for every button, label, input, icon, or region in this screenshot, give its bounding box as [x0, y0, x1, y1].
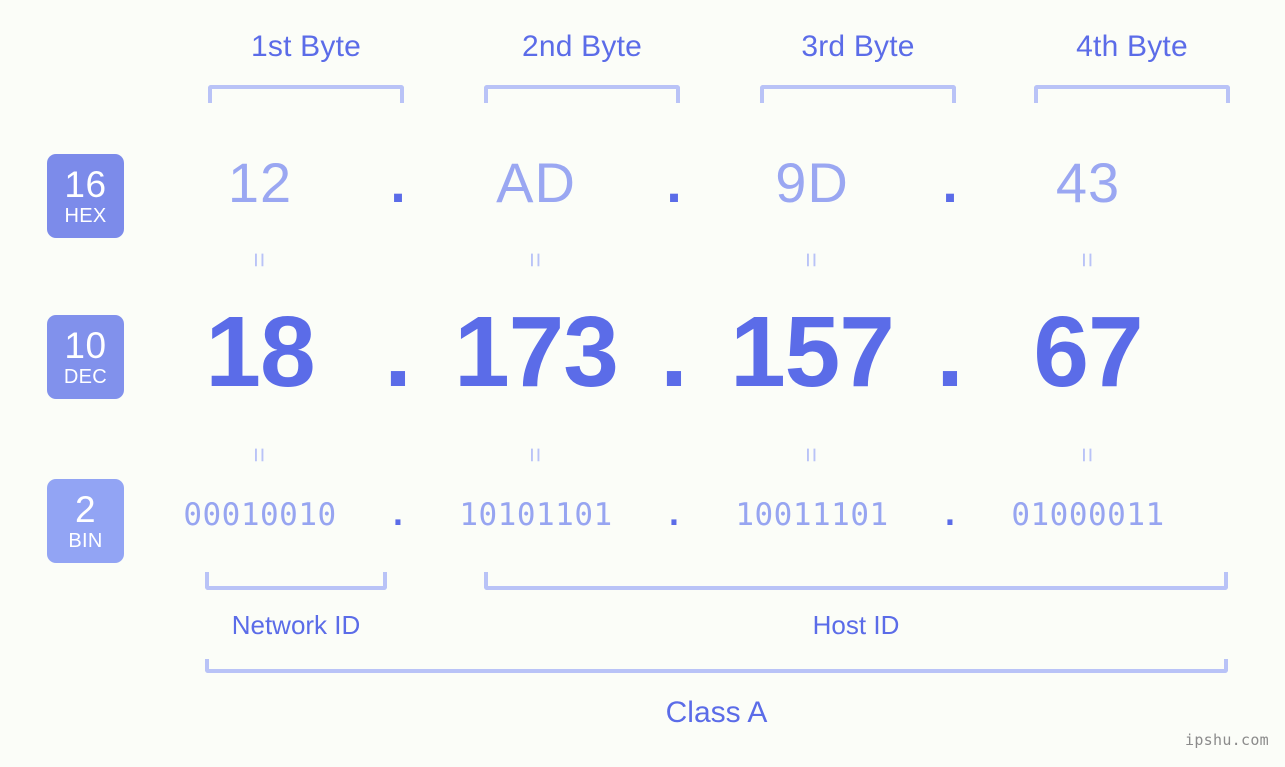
bin-octet-3: 10011101: [735, 497, 889, 533]
equals-icon: =: [245, 252, 275, 268]
equals-icon: =: [521, 447, 551, 463]
host-id-bracket: [484, 572, 1228, 590]
class-label: Class A: [665, 696, 768, 729]
byte-header-label: 4th Byte: [1076, 30, 1188, 63]
ip-address-breakdown-diagram: 1st Byte 2nd Byte 3rd Byte 4th Byte 16 H…: [0, 0, 1285, 767]
network-id-label: Network ID: [231, 610, 361, 640]
base-badge-number: 16: [64, 164, 107, 205]
byte-header-2: 2nd Byte: [484, 30, 680, 64]
byte-bracket-1: [208, 85, 404, 103]
dec-octet-3: 157: [730, 296, 895, 408]
byte-bracket-3: [760, 85, 956, 103]
base-badge-hex: 16 HEX: [47, 154, 124, 238]
base-badge-dec: 10 DEC: [47, 315, 124, 399]
base-badge-tag: DEC: [63, 366, 108, 388]
hex-separator-2: .: [666, 151, 682, 214]
bin-octet-1: 00010010: [183, 497, 337, 533]
hex-octet-1: 12: [227, 151, 293, 214]
hex-value-row: 12 . AD . 9D . 43: [150, 150, 1260, 230]
equals-icon: =: [797, 252, 827, 268]
hex-separator-1: .: [390, 151, 406, 214]
class-bracket: [205, 659, 1228, 673]
dec-separator-3: .: [936, 296, 964, 408]
host-id-label: Host ID: [812, 610, 900, 640]
equals-icon: =: [1073, 447, 1103, 463]
byte-bracket-4: [1034, 85, 1230, 103]
dec-octet-4: 67: [1033, 296, 1143, 408]
hex-separator-3: .: [942, 151, 958, 214]
byte-header-label: 3rd Byte: [801, 30, 915, 63]
base-badge-number: 2: [74, 489, 97, 530]
hex-octet-4: 43: [1055, 151, 1121, 214]
dec-separator-2: .: [660, 296, 688, 408]
byte-bracket-2: [484, 85, 680, 103]
byte-header-label: 1st Byte: [251, 30, 361, 63]
dec-octet-2: 173: [454, 296, 619, 408]
base-badge-number: 10: [64, 325, 107, 366]
hex-octet-3: 9D: [775, 151, 849, 214]
base-badge-bin: 2 BIN: [47, 479, 124, 563]
network-id-bracket: [205, 572, 387, 590]
byte-header-3: 3rd Byte: [760, 30, 956, 64]
base-badge-tag: BIN: [68, 530, 103, 552]
equals-icon: =: [797, 447, 827, 463]
equals-icon: =: [245, 447, 275, 463]
hex-octet-2: AD: [496, 151, 576, 214]
equals-row-hex-dec: = = = =: [150, 243, 1260, 277]
bin-octet-4: 01000011: [1011, 497, 1165, 533]
dec-octet-1: 18: [205, 296, 315, 408]
byte-header-label: 2nd Byte: [521, 30, 643, 63]
bin-separator-2: .: [664, 497, 684, 533]
byte-header-1: 1st Byte: [208, 30, 404, 64]
binary-value-row: 00010010 . 10101101 . 10011101 . 0100001…: [150, 497, 1260, 547]
bin-separator-3: .: [940, 497, 960, 533]
dec-separator-1: .: [384, 296, 412, 408]
bin-separator-1: .: [388, 497, 408, 533]
bin-octet-2: 10101101: [459, 497, 613, 533]
equals-icon: =: [1073, 252, 1103, 268]
equals-row-dec-bin: = = = =: [150, 438, 1260, 472]
byte-header-4: 4th Byte: [1034, 30, 1230, 64]
site-watermark: ipshu.com: [1185, 731, 1269, 749]
decimal-value-row: 18 . 173 . 157 . 67: [150, 295, 1260, 408]
base-badge-tag: HEX: [64, 205, 107, 227]
equals-icon: =: [521, 252, 551, 268]
